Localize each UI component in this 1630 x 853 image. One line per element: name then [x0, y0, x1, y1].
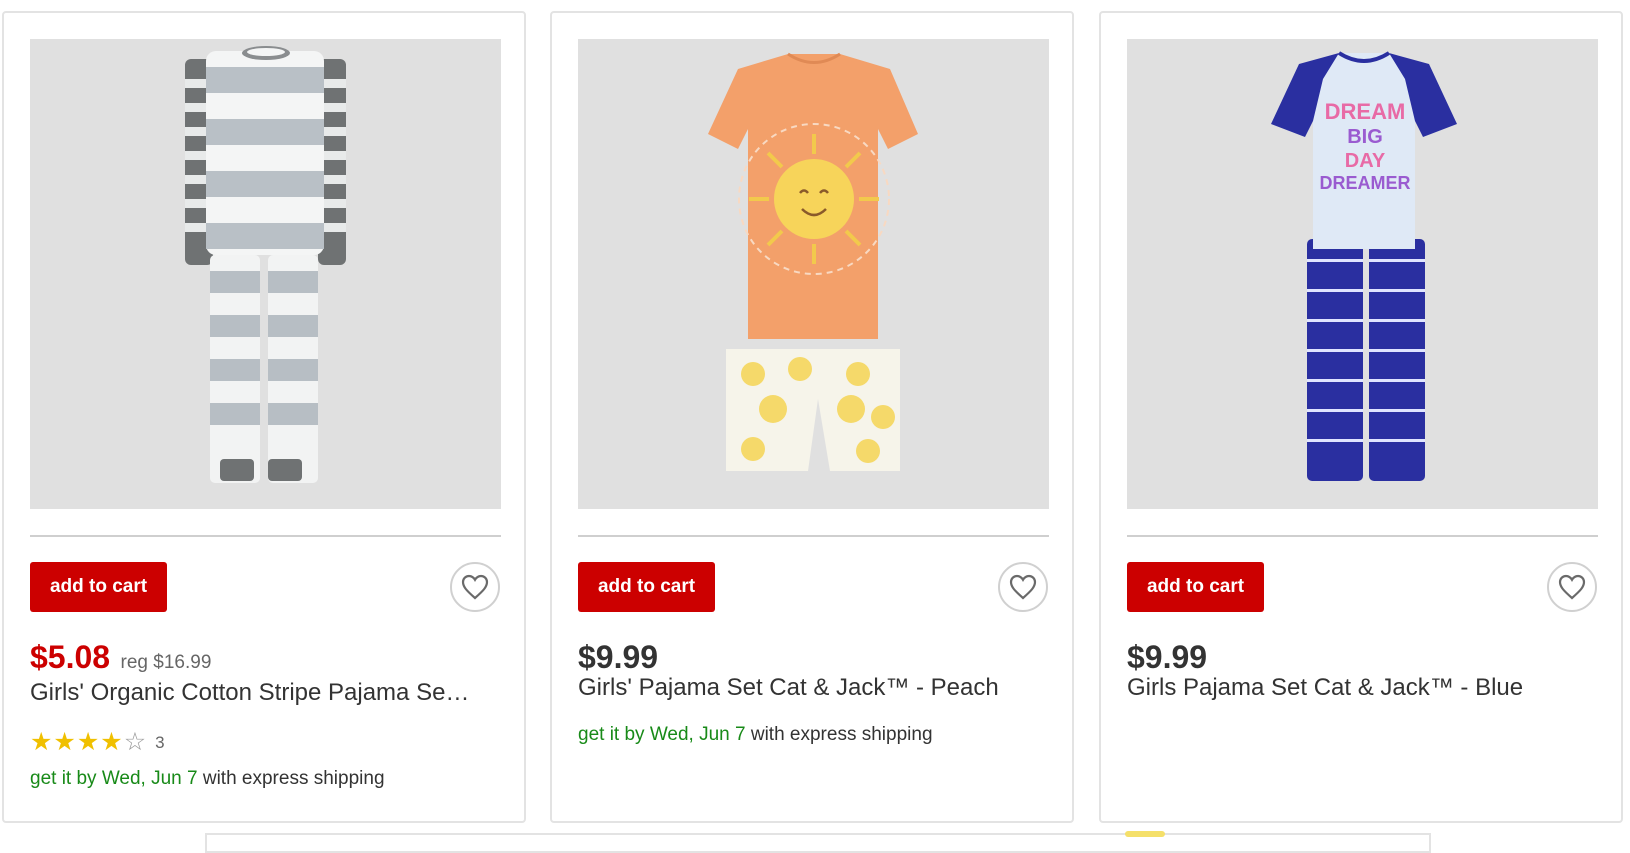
shipping-info: get it by Wed, Jun 7 with express shippi… — [578, 724, 933, 746]
product-card: DREAM BIG DAY DREAMER add to cart $9.99 … — [1099, 11, 1623, 823]
favorite-button[interactable] — [1547, 562, 1597, 612]
product-title-link[interactable]: Girls' Pajama Set Cat & Jack™ - Peach — [578, 674, 1049, 702]
decorative-highlight — [1125, 831, 1165, 837]
svg-text:DREAMER: DREAMER — [1319, 173, 1410, 193]
review-count: 3 — [155, 732, 165, 752]
heart-icon — [1009, 574, 1037, 600]
star-filled-icon: ★ — [76, 728, 100, 756]
divider — [578, 535, 1049, 537]
add-to-cart-button[interactable]: add to cart — [1127, 562, 1264, 612]
price-row: $9.99 — [578, 639, 658, 676]
price-row: $5.08 reg $16.99 — [30, 639, 211, 676]
product-card: add to cart $5.08 reg $16.99 Girls' Orga… — [2, 11, 526, 823]
product-image[interactable] — [578, 39, 1049, 509]
shipping-info: get it by Wed, Jun 7 with express shippi… — [30, 768, 385, 790]
star-filled-icon: ★ — [30, 728, 53, 756]
peach-pajama-set-image — [578, 39, 1049, 509]
product-title-link[interactable]: Girls' Organic Cotton Stripe Pajama Se… — [30, 679, 501, 707]
product-title-link[interactable]: Girls Pajama Set Cat & Jack™ - Blue — [1127, 674, 1598, 702]
divider — [30, 535, 501, 537]
heart-icon — [1558, 574, 1586, 600]
svg-text:BIG: BIG — [1347, 126, 1383, 148]
price: $9.99 — [1127, 639, 1208, 675]
favorite-button[interactable] — [998, 562, 1048, 612]
favorite-button[interactable] — [450, 562, 500, 612]
svg-text:DREAM: DREAM — [1325, 99, 1406, 124]
product-card: add to cart $9.99 Girls' Pajama Set Cat … — [550, 11, 1074, 823]
heart-icon — [461, 574, 489, 600]
product-image[interactable]: DREAM BIG DAY DREAMER — [1127, 39, 1598, 509]
shipping-method: with express shipping — [197, 768, 385, 789]
blue-pajama-set-image: DREAM BIG DAY DREAMER — [1127, 39, 1598, 509]
product-image[interactable] — [30, 39, 501, 509]
regular-price: reg $16.99 — [120, 652, 212, 673]
star-empty-icon: ☆ — [123, 728, 147, 756]
delivery-date: get it by Wed, Jun 7 — [578, 724, 746, 745]
add-to-cart-button[interactable]: add to cart — [30, 562, 167, 612]
next-section-container — [205, 833, 1431, 853]
striped-pajama-set-image — [30, 39, 501, 509]
sale-price: $5.08 — [30, 639, 111, 675]
price: $9.99 — [578, 639, 659, 675]
rating[interactable]: ★ ★ ★ ★ ☆ 3 — [30, 730, 165, 755]
svg-text:DAY: DAY — [1345, 150, 1386, 172]
delivery-date: get it by Wed, Jun 7 — [30, 768, 198, 789]
price-row: $9.99 — [1127, 639, 1207, 676]
star-filled-icon: ★ — [53, 728, 76, 756]
star-filled-icon: ★ — [100, 728, 123, 756]
add-to-cart-button[interactable]: add to cart — [578, 562, 715, 612]
shipping-method: with express shipping — [745, 724, 933, 745]
divider — [1127, 535, 1598, 537]
